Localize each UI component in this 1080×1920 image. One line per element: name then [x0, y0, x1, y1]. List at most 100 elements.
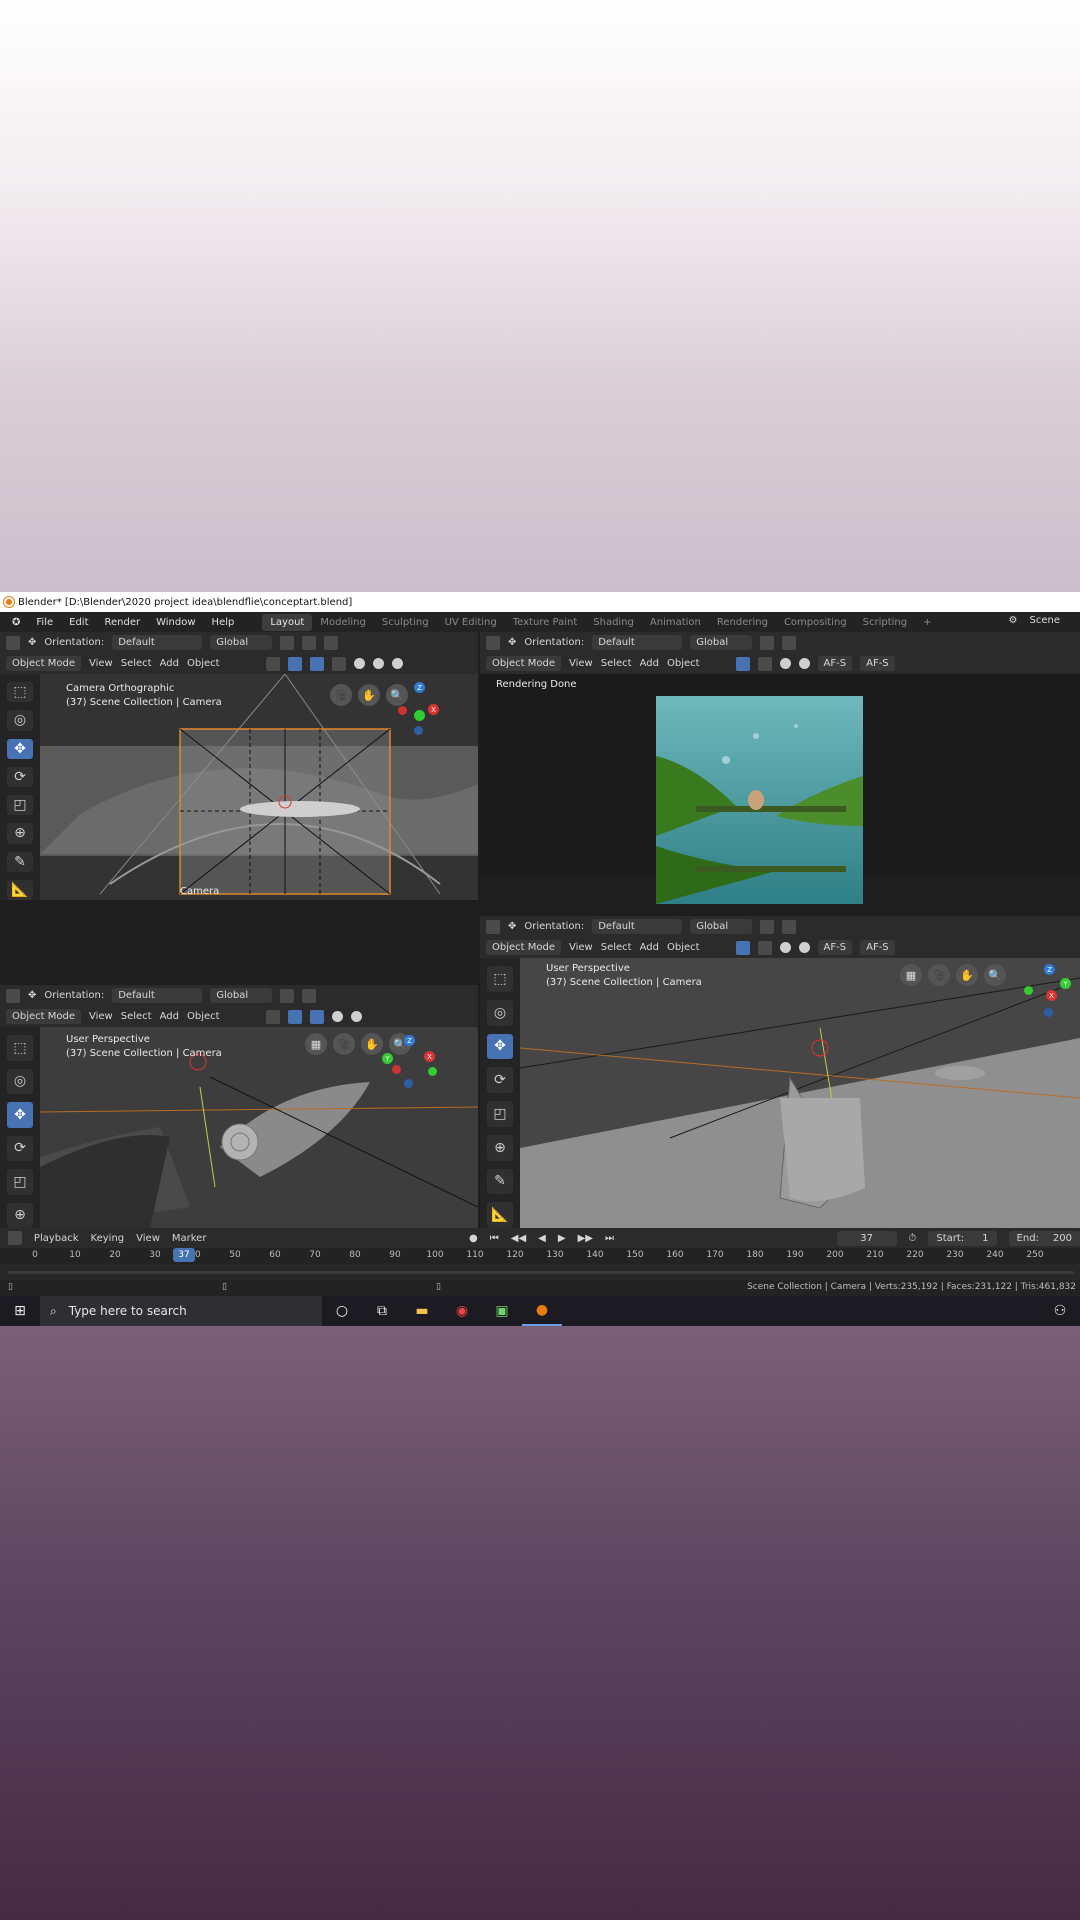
gizmo-icon[interactable]: [735, 656, 750, 671]
chrome-icon[interactable]: ◉: [442, 1296, 482, 1326]
transform-global-dropdown[interactable]: Global: [210, 988, 273, 1003]
shading-material-icon[interactable]: [372, 658, 384, 669]
neg-y-axis-icon[interactable]: [428, 1067, 437, 1076]
shading-material-icon[interactable]: [798, 658, 810, 669]
snap-icon[interactable]: [280, 635, 295, 650]
menu-add[interactable]: Add: [640, 942, 659, 953]
annotate-tool-icon[interactable]: ✎: [487, 1168, 513, 1195]
transform-tool-icon[interactable]: ⊕: [7, 823, 33, 844]
bl-axis-gizmo[interactable]: Z X Y: [382, 1035, 452, 1091]
move-tool-icon[interactable]: ✥: [7, 738, 33, 759]
tab-layout[interactable]: Layout: [262, 613, 313, 631]
editor-type-icon[interactable]: [6, 635, 20, 650]
select-box-tool-icon[interactable]: ⬚: [7, 682, 33, 703]
afs-button-2[interactable]: AF-S: [860, 656, 895, 671]
menu-view[interactable]: View: [89, 658, 113, 669]
taskbar-search-box[interactable]: ⌕ Type here to search: [40, 1296, 322, 1326]
menu-marker[interactable]: Marker: [172, 1233, 207, 1244]
z-axis-icon[interactable]: Z: [1044, 964, 1055, 975]
menu-select[interactable]: Select: [121, 1011, 152, 1022]
pan-hand-icon[interactable]: ✋: [358, 684, 380, 706]
tab-compositing[interactable]: Compositing: [776, 614, 855, 631]
measure-tool-icon[interactable]: 📐: [7, 879, 33, 900]
tl-viewport[interactable]: Camera Orthographic (37) Scene Collectio…: [40, 674, 478, 900]
camera-view-icon[interactable]: 🎥: [928, 964, 950, 986]
br-axis-gizmo[interactable]: Z X Y: [1024, 964, 1078, 1020]
pan-hand-icon[interactable]: ✋: [361, 1033, 383, 1055]
tab-rendering[interactable]: Rendering: [709, 614, 776, 631]
transform-pivot-icon[interactable]: ✥: [28, 637, 36, 648]
tab-shading[interactable]: Shading: [585, 614, 642, 631]
afs-button-2[interactable]: AF-S: [860, 940, 895, 955]
proportional-icon[interactable]: [302, 635, 317, 650]
jump-end-icon[interactable]: ⏭: [605, 1233, 614, 1244]
camera-view-icon[interactable]: 🎥: [333, 1033, 355, 1055]
proportional-icon[interactable]: [302, 988, 317, 1003]
gizmo-icon[interactable]: [287, 1009, 302, 1024]
menu-select[interactable]: Select: [601, 942, 632, 953]
visibility-icon[interactable]: [265, 656, 280, 671]
prev-keyframe-icon[interactable]: ◀◀: [511, 1233, 526, 1244]
transform-tool-icon[interactable]: ⊕: [7, 1202, 33, 1228]
menu-view[interactable]: View: [569, 942, 593, 953]
rotate-tool-icon[interactable]: ⟳: [7, 1135, 33, 1161]
grid-icon[interactable]: ▦: [305, 1033, 327, 1055]
rotate-tool-icon[interactable]: ⟳: [487, 1067, 513, 1093]
transform-pivot-icon[interactable]: ✥: [508, 921, 516, 932]
y-axis-icon[interactable]: Y: [382, 1053, 393, 1064]
neg-z-axis-icon[interactable]: [1044, 1008, 1053, 1017]
transform-global-dropdown[interactable]: Global: [210, 635, 273, 650]
neg-x-axis-icon[interactable]: [392, 1065, 401, 1074]
menu-object[interactable]: Object: [187, 658, 220, 669]
x-axis-icon[interactable]: X: [424, 1051, 435, 1062]
tab-texture-paint[interactable]: Texture Paint: [505, 614, 586, 631]
orientation-dropdown[interactable]: Default: [112, 988, 203, 1003]
clock-icon[interactable]: ⏱: [909, 1233, 917, 1244]
orientation-dropdown[interactable]: Default: [592, 919, 683, 934]
tab-animation[interactable]: Animation: [642, 614, 709, 631]
file-explorer-icon[interactable]: ▬: [402, 1296, 442, 1326]
timeline-ruler[interactable]: 0 10 20 30 40 50 60 70 80 90 100 110 120…: [0, 1248, 1080, 1264]
shading-solid-icon[interactable]: [779, 658, 791, 669]
editor-type-icon[interactable]: [486, 919, 500, 934]
bl-viewport[interactable]: User Perspective (37) Scene Collection |…: [40, 1027, 478, 1228]
xray-icon[interactable]: [331, 656, 346, 671]
transform-global-dropdown[interactable]: Global: [690, 635, 753, 650]
menu-help[interactable]: Help: [204, 617, 243, 628]
tab-uv-editing[interactable]: UV Editing: [437, 614, 505, 631]
move-tool-icon[interactable]: ✥: [7, 1102, 33, 1128]
task-view-icon[interactable]: ⧉: [362, 1296, 402, 1326]
overlay-icon[interactable]: [324, 635, 339, 650]
play-icon[interactable]: ▶: [558, 1233, 566, 1244]
neg-z-axis-icon[interactable]: [404, 1079, 413, 1088]
cursor-tool-icon[interactable]: ◎: [7, 710, 33, 731]
scale-tool-icon[interactable]: ◰: [487, 1101, 513, 1127]
grid-icon[interactable]: ▦: [900, 964, 922, 986]
current-frame-field[interactable]: 37: [836, 1230, 897, 1246]
x-axis-icon[interactable]: X: [1046, 990, 1057, 1001]
proportional-icon[interactable]: [782, 919, 797, 934]
menu-playback[interactable]: Playback: [34, 1233, 79, 1244]
neg-z-axis-icon[interactable]: [414, 726, 423, 735]
overlays-icon[interactable]: [757, 656, 772, 671]
menu-view[interactable]: View: [569, 658, 593, 669]
cursor-tool-icon[interactable]: ◎: [7, 1068, 33, 1094]
timeline-scrollbar[interactable]: [8, 1271, 1074, 1274]
menu-select[interactable]: Select: [121, 658, 152, 669]
snap-icon[interactable]: [280, 988, 295, 1003]
overlays-icon[interactable]: [757, 940, 772, 955]
menu-keying[interactable]: Keying: [91, 1233, 125, 1244]
select-box-tool-icon[interactable]: ⬚: [7, 1035, 33, 1061]
menu-object[interactable]: Object: [667, 942, 700, 953]
x-axis-icon[interactable]: X: [428, 704, 439, 715]
zoom-icon[interactable]: 🔍: [984, 964, 1006, 986]
shading-solid-icon[interactable]: [331, 1011, 343, 1022]
transform-global-dropdown[interactable]: Global: [690, 919, 753, 934]
next-keyframe-icon[interactable]: ▶▶: [578, 1233, 593, 1244]
tab-scripting[interactable]: Scripting: [855, 614, 915, 631]
blender-taskbar-icon[interactable]: ●: [522, 1296, 562, 1326]
record-icon[interactable]: ●: [469, 1233, 478, 1244]
transform-pivot-icon[interactable]: ✥: [508, 637, 516, 648]
proportional-icon[interactable]: [782, 635, 797, 650]
neg-x-axis-icon[interactable]: [398, 706, 407, 715]
